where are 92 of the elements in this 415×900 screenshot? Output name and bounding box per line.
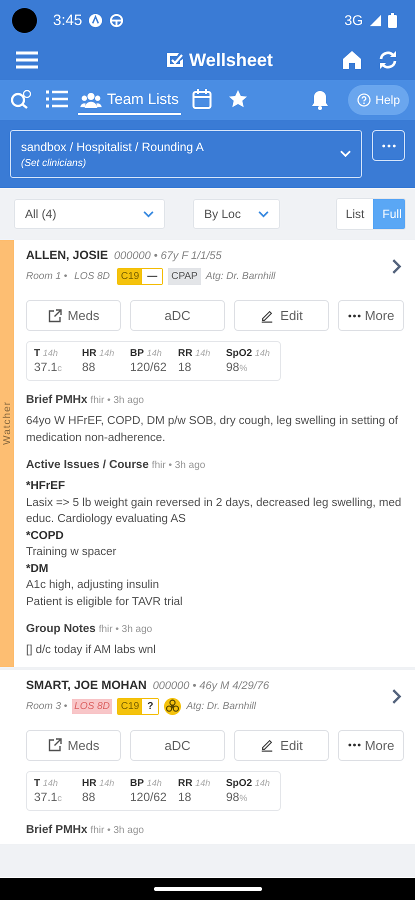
view-mode-toggle[interactable]: List: [336, 199, 374, 229]
patient-demographics: 000000 • 46y M 4/29/76: [152, 680, 270, 692]
chevron-down-icon: [258, 210, 269, 218]
patient-demographics: 000000 • 67y F 1/1/55: [114, 250, 222, 262]
ellipsis-icon: [348, 314, 361, 318]
section-meta: fhir • 3h ago: [90, 824, 144, 836]
notifications-icon[interactable]: [310, 90, 330, 110]
signal-icon: [369, 14, 382, 26]
patient-name[interactable]: SMART, JOE MOHAN: [26, 678, 147, 692]
team-lists-tab[interactable]: Team Lists: [78, 85, 181, 115]
attending-label: Atg: Dr. Barnhill: [206, 271, 276, 282]
group-dropdown[interactable]: All (4): [14, 199, 166, 229]
vital-value: 37.1c: [34, 360, 63, 374]
vital-label: HR 14h: [82, 778, 116, 788]
more-options-button[interactable]: [372, 130, 405, 161]
note-text: Training w spacer: [26, 545, 118, 560]
section-title: Brief PMHx: [26, 824, 88, 836]
logo-icon: [166, 52, 184, 68]
vital-value: 18: [178, 360, 192, 374]
covid-status-badge: C19 —: [116, 268, 164, 285]
refresh-icon[interactable]: [377, 50, 399, 70]
pencil-icon: [260, 308, 274, 322]
vital-value: 88: [82, 360, 96, 374]
chevron-down-icon: [143, 210, 154, 218]
note-text: 64yo W HFrEF, COPD, DM p/w SOB, dry cough, leg swelling in setting of medication non-adherence.: [26, 414, 399, 446]
app-title: Wellsheet: [189, 50, 273, 70]
section-title: Group Notes: [26, 623, 96, 635]
vital-label: SpO2 14h: [226, 348, 270, 359]
section-title: Brief PMHx: [26, 394, 88, 406]
watcher-stripe: Watcher: [0, 240, 14, 666]
home-icon[interactable]: [341, 50, 363, 70]
vital-label: BP 14h: [130, 778, 163, 788]
vital-value: 88: [82, 790, 96, 804]
external-link-icon: [48, 308, 62, 322]
network-type: 3G: [344, 12, 363, 28]
camera-cutout: [12, 8, 37, 32]
vital-value: 120/62: [130, 360, 168, 374]
note-text: A1c high, adjusting insulin: [26, 578, 160, 593]
chevron-right-icon[interactable]: [391, 688, 402, 704]
problem-heading: *COPD: [26, 528, 65, 544]
more-button[interactable]: More: [338, 300, 404, 331]
vital-label: T 14h: [34, 778, 59, 788]
patient-name[interactable]: ALLEN, JOSIE: [26, 248, 108, 262]
edit-button[interactable]: Edit: [234, 730, 329, 760]
section-title: Active Issues / Course: [26, 459, 149, 471]
adc-button[interactable]: aDC: [130, 300, 225, 331]
problem-heading: *DM: [26, 562, 50, 576]
external-link-icon: [48, 738, 62, 752]
note-text: Patient is eligible for TAVR trial: [26, 594, 184, 610]
vital-value: 98%: [226, 790, 248, 804]
chevron-down-icon: [340, 150, 351, 158]
vital-value: 18: [178, 790, 192, 804]
cpap-tag: CPAP: [168, 268, 201, 285]
vital-label: RR 14h: [178, 348, 212, 359]
section-meta: fhir • 3h ago: [152, 460, 206, 471]
length-of-stay: LOS 8D: [73, 270, 111, 284]
section-meta: fhir • 3h ago: [90, 395, 144, 406]
ellipsis-icon: [348, 743, 361, 747]
chevron-right-icon[interactable]: [391, 258, 402, 275]
vital-label: BP 14h: [130, 348, 163, 359]
room-label: Room 3 •: [26, 700, 68, 712]
adc-button[interactable]: aDC: [130, 730, 225, 760]
notification-icon: [88, 12, 104, 28]
problem-heading: *HFrEF: [26, 479, 66, 494]
sort-dropdown[interactable]: By Loc: [193, 199, 280, 229]
vital-value: 120/62: [130, 790, 168, 804]
vital-value: 98%: [226, 360, 248, 374]
note-text: Lasix => 5 lb weight gain reversed in 2 days, decreased leg swelling, med educ. Cardiology evaluating AS: [26, 496, 402, 527]
room-label: Room 1 •: [26, 271, 68, 282]
meds-button[interactable]: Meds: [26, 730, 121, 760]
notification-icon: [109, 12, 124, 28]
vital-label: SpO2 14h: [226, 778, 270, 788]
vital-label: RR 14h: [178, 778, 212, 788]
section-meta: fhir • 3h ago: [98, 624, 152, 635]
menu-icon[interactable]: [16, 50, 38, 70]
status-time: 3:45: [53, 12, 82, 28]
list-selector[interactable]: sandbox / Hospitalist / Rounding A (Set clinicians): [10, 130, 362, 178]
vital-value: 37.1c: [34, 790, 63, 804]
covid-status-badge: C19 ?: [116, 698, 160, 714]
vital-label: T 14h: [34, 348, 59, 359]
help-icon: [357, 93, 372, 107]
people-icon: [80, 92, 102, 108]
attending-label: Atg: Dr. Barnhill: [186, 700, 256, 712]
ellipsis-icon: [382, 144, 396, 148]
battery-icon: [388, 12, 397, 28]
edit-button[interactable]: Edit: [234, 300, 329, 331]
length-of-stay: LOS 8D: [72, 698, 112, 714]
note-text: [] d/c today if AM labs wnl: [26, 643, 157, 658]
pencil-icon: [260, 738, 274, 752]
meds-button[interactable]: Meds: [26, 300, 121, 331]
more-button[interactable]: More: [338, 730, 404, 760]
vital-label: HR 14h: [82, 348, 116, 359]
